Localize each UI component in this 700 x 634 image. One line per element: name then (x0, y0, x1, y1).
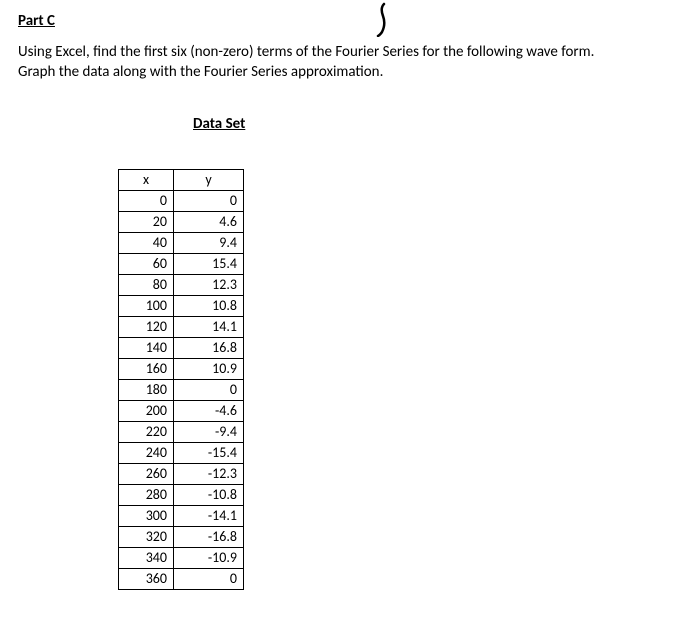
cell-y: 10.8 (174, 295, 244, 316)
table-header-row: x y (119, 169, 244, 190)
table-row: 320-16.8 (119, 526, 244, 547)
cell-x: 280 (119, 484, 174, 505)
cell-x: 180 (119, 379, 174, 400)
cell-y: 10.9 (174, 358, 244, 379)
cell-y: -12.3 (174, 463, 244, 484)
data-table: x y 00204.6409.46015.48012.310010.812014… (118, 169, 244, 590)
cell-x: 340 (119, 547, 174, 568)
cell-y: 0 (174, 190, 244, 211)
table-row: 260-12.3 (119, 463, 244, 484)
table-row: 340-10.9 (119, 547, 244, 568)
table-row: 12014.1 (119, 316, 244, 337)
section-heading: Part C (18, 12, 682, 30)
table-row: 240-15.4 (119, 442, 244, 463)
cell-x: 260 (119, 463, 174, 484)
cell-x: 80 (119, 274, 174, 295)
cell-x: 40 (119, 232, 174, 253)
cell-y: -9.4 (174, 421, 244, 442)
cell-x: 120 (119, 316, 174, 337)
table-row: 204.6 (119, 211, 244, 232)
cell-y: -14.1 (174, 505, 244, 526)
instructions-line-1: Using Excel, find the first six (non-zer… (18, 43, 594, 61)
table-row: 409.4 (119, 232, 244, 253)
table-body: 00204.6409.46015.48012.310010.812014.114… (119, 190, 244, 589)
table-row: 8012.3 (119, 274, 244, 295)
cell-x: 20 (119, 211, 174, 232)
table-row: 200-4.6 (119, 400, 244, 421)
table-row: 1800 (119, 379, 244, 400)
cell-x: 60 (119, 253, 174, 274)
cell-y: -15.4 (174, 442, 244, 463)
table-row: 16010.9 (119, 358, 244, 379)
cell-y: -16.8 (174, 526, 244, 547)
cell-y: -10.9 (174, 547, 244, 568)
cell-x: 200 (119, 400, 174, 421)
cell-x: 0 (119, 190, 174, 211)
instructions-text: Using Excel, find the first six (non-zer… (18, 42, 682, 83)
cell-y: 16.8 (174, 337, 244, 358)
cell-x: 140 (119, 337, 174, 358)
header-y: y (174, 169, 244, 190)
table-row: 6015.4 (119, 253, 244, 274)
cell-y: 15.4 (174, 253, 244, 274)
cell-x: 320 (119, 526, 174, 547)
cell-x: 100 (119, 295, 174, 316)
cell-x: 240 (119, 442, 174, 463)
cell-y: 9.4 (174, 232, 244, 253)
cell-y: 14.1 (174, 316, 244, 337)
data-set-caption: Data Set (193, 115, 682, 133)
cell-y: 0 (174, 379, 244, 400)
instructions-line-2: Graph the data along with the Fourier Se… (18, 63, 383, 81)
table-row: 280-10.8 (119, 484, 244, 505)
cell-x: 300 (119, 505, 174, 526)
cell-y: 12.3 (174, 274, 244, 295)
table-row: 14016.8 (119, 337, 244, 358)
table-row: 3600 (119, 568, 244, 589)
cell-y: 0 (174, 568, 244, 589)
table-row: 220-9.4 (119, 421, 244, 442)
table-row: 00 (119, 190, 244, 211)
table-row: 300-14.1 (119, 505, 244, 526)
cell-x: 160 (119, 358, 174, 379)
cell-y: -4.6 (174, 400, 244, 421)
cell-x: 360 (119, 568, 174, 589)
cell-y: 4.6 (174, 211, 244, 232)
table-row: 10010.8 (119, 295, 244, 316)
cell-x: 220 (119, 421, 174, 442)
cell-y: -10.8 (174, 484, 244, 505)
header-x: x (119, 169, 174, 190)
